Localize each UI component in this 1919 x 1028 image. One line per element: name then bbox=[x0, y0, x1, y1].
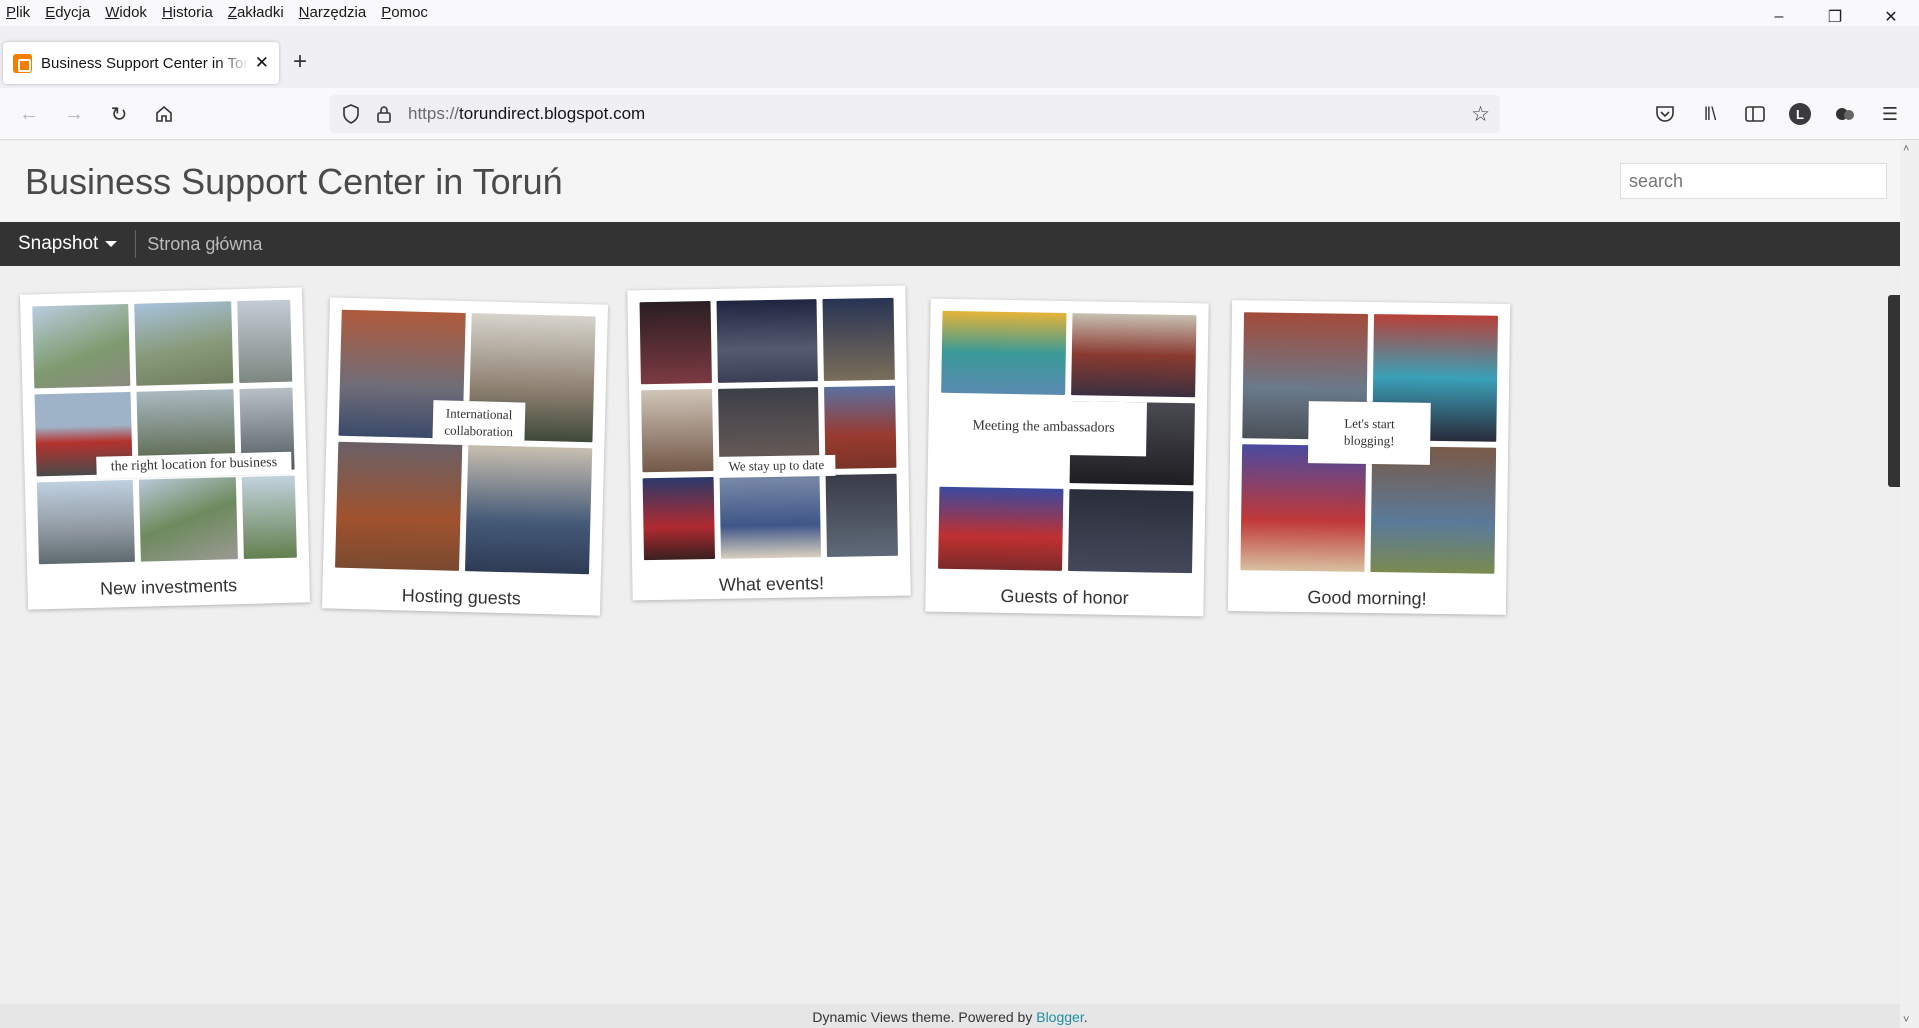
padlock-icon[interactable] bbox=[376, 104, 392, 129]
tab-bar: Business Support Center in Toruń ✕ + bbox=[0, 26, 1919, 88]
post-card[interactable]: International collaboration Hosting gues… bbox=[321, 297, 609, 616]
collage-overlay-label: International collaboration bbox=[432, 400, 526, 447]
menu-bookmarks[interactable]: Zakładki bbox=[228, 1, 284, 25]
library-icon[interactable]: ‖\ bbox=[1697, 101, 1723, 127]
menu-history[interactable]: Historia bbox=[162, 1, 213, 25]
hamburger-menu-icon[interactable]: ☰ bbox=[1877, 101, 1903, 127]
tracking-shield-icon[interactable] bbox=[342, 104, 360, 129]
bookmark-star-icon[interactable]: ☆ bbox=[1471, 102, 1490, 127]
menu-tools[interactable]: Narzędzia bbox=[299, 1, 367, 25]
minimize-icon: – bbox=[1774, 8, 1784, 25]
view-selector-label: Snapshot bbox=[18, 233, 99, 254]
sidebar-icon[interactable] bbox=[1742, 101, 1768, 127]
post-thumbnail: Meeting the ambassadors bbox=[938, 310, 1197, 574]
home-page-link[interactable]: Strona główna bbox=[147, 234, 262, 255]
pocket-icon[interactable] bbox=[1652, 101, 1678, 127]
reload-icon[interactable]: ↻ bbox=[106, 101, 132, 127]
post-card[interactable]: Let's start blogging! Good morning! bbox=[1227, 300, 1511, 615]
post-thumbnail: Let's start blogging! bbox=[1240, 312, 1498, 574]
collage-overlay-label: Let's start blogging! bbox=[1307, 401, 1431, 465]
post-thumbnail: We stay up to date bbox=[639, 297, 898, 561]
forward-arrow-icon[interactable]: → bbox=[61, 101, 87, 127]
blog-title[interactable]: Business Support Center in Toruń bbox=[25, 161, 563, 203]
post-title[interactable]: New investments bbox=[39, 574, 297, 602]
home-icon[interactable] bbox=[151, 101, 177, 127]
post-title[interactable]: What events! bbox=[644, 572, 898, 597]
divider bbox=[135, 230, 137, 258]
web-page: Business Support Center in Toruń Snapsho… bbox=[0, 141, 1900, 1028]
account-avatar-icon[interactable]: L bbox=[1787, 101, 1813, 127]
menu-file[interactable]: Plik bbox=[6, 1, 30, 25]
footer-suffix: . bbox=[1083, 1009, 1088, 1025]
back-arrow-icon[interactable]: ← bbox=[16, 101, 42, 127]
url-text[interactable]: https://torundirect.blogspot.com bbox=[408, 104, 645, 124]
post-title[interactable]: Good morning! bbox=[1240, 586, 1494, 611]
collage-overlay-label: We stay up to date bbox=[717, 454, 836, 478]
page-scrollbar[interactable]: ˄ ˅ bbox=[1900, 141, 1919, 1028]
navigation-toolbar: ← → ↻ https://torundirect.blogspot.com ☆… bbox=[0, 88, 1919, 140]
collage-overlay-label: Meeting the ambassadors bbox=[940, 398, 1147, 457]
url-bar[interactable]: https://torundirect.blogspot.com ☆ bbox=[330, 95, 1500, 133]
blogger-link[interactable]: Blogger bbox=[1036, 1009, 1083, 1025]
search-input[interactable] bbox=[1620, 163, 1887, 199]
tab-active[interactable]: Business Support Center in Toruń ✕ bbox=[3, 42, 279, 84]
post-title[interactable]: Guests of honor bbox=[937, 585, 1191, 610]
new-tab-plus-icon[interactable]: + bbox=[293, 48, 307, 76]
scroll-up-icon[interactable]: ˄ bbox=[1903, 143, 1909, 155]
restore-icon: ❐ bbox=[1827, 9, 1843, 26]
menu-view[interactable]: Widok bbox=[105, 1, 147, 25]
post-thumbnail: the right location for business bbox=[32, 299, 297, 565]
footer-text: Dynamic Views theme. Powered by bbox=[812, 1009, 1037, 1025]
collage-overlay-label: the right location for business bbox=[96, 451, 292, 479]
post-card[interactable]: Meeting the ambassadors Guests of honor bbox=[925, 298, 1209, 617]
menu-edit[interactable]: Edycja bbox=[45, 1, 90, 25]
post-card[interactable]: the right location for business New inve… bbox=[19, 287, 311, 610]
close-icon: ✕ bbox=[1884, 9, 1898, 26]
blog-header: Business Support Center in Toruń bbox=[0, 141, 1900, 222]
blogger-favicon-icon bbox=[13, 53, 32, 73]
tab-close-icon[interactable]: ✕ bbox=[255, 53, 269, 73]
view-bar: Snapshot Strona główna bbox=[0, 222, 1900, 266]
menu-help[interactable]: Pomoc bbox=[381, 1, 428, 25]
post-card[interactable]: We stay up to date What events! bbox=[627, 285, 911, 601]
caret-down-icon bbox=[105, 241, 118, 247]
post-title[interactable]: Hosting guests bbox=[334, 584, 588, 612]
scroll-down-icon[interactable]: ˅ bbox=[1903, 1014, 1909, 1026]
side-panel-handle[interactable] bbox=[1888, 295, 1900, 487]
menu-bar: Plik Edycja Widok Historia Zakładki Narz… bbox=[0, 0, 1919, 26]
extensions-icon[interactable] bbox=[1832, 101, 1858, 127]
view-selector-dropdown[interactable]: Snapshot bbox=[0, 233, 118, 255]
page-footer: Dynamic Views theme. Powered by Blogger. bbox=[0, 1004, 1900, 1028]
post-thumbnail: International collaboration bbox=[335, 309, 596, 575]
tab-title: Business Support Center in Toruń bbox=[41, 54, 249, 72]
